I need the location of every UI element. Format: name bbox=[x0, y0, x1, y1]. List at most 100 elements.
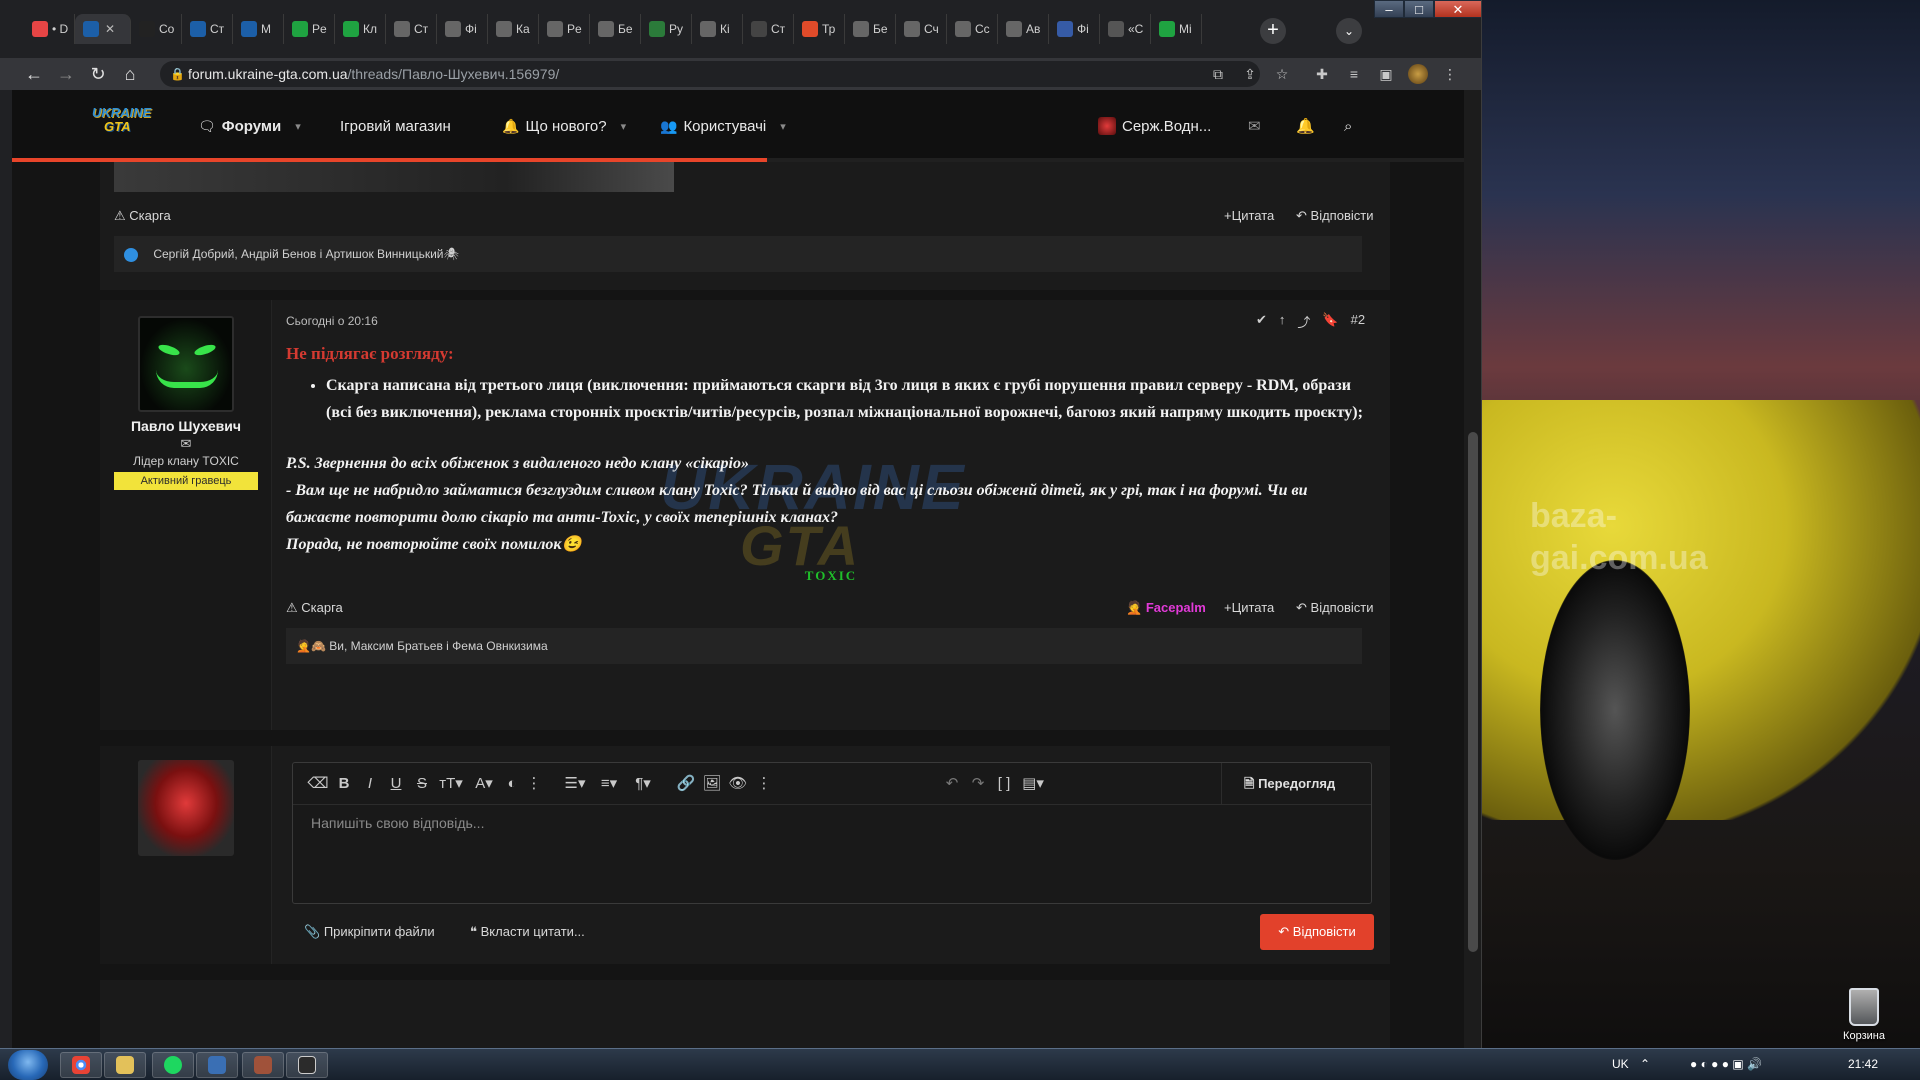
alerts-bell-icon[interactable]: 🔔 bbox=[1296, 114, 1315, 138]
eraser-icon[interactable]: ⌫ bbox=[307, 774, 329, 794]
site-logo[interactable]: UKRAINE GTA bbox=[92, 106, 156, 146]
close-tab-icon[interactable]: ✕ bbox=[105, 22, 115, 36]
nav-shop[interactable]: Ігровий магазин bbox=[340, 114, 451, 138]
bookmark-icon[interactable]: 🔖 bbox=[1322, 312, 1338, 331]
browser-tab[interactable]: Pe bbox=[284, 14, 335, 44]
browser-tab[interactable]: Фі bbox=[1049, 14, 1100, 44]
taskbar-app[interactable] bbox=[196, 1052, 238, 1078]
more-options-icon[interactable]: ⋮ bbox=[753, 774, 775, 794]
chevron-down-icon[interactable]: ▾ bbox=[780, 120, 786, 133]
submit-reply-button[interactable]: ↶ Відповісти bbox=[1260, 914, 1374, 950]
taskbar-explorer[interactable] bbox=[104, 1052, 146, 1078]
browser-tab[interactable]: Ру bbox=[641, 14, 692, 44]
font-size-icon[interactable]: тT▾ bbox=[437, 774, 465, 794]
attach-files-button[interactable]: 📎 Прикріпити файли bbox=[304, 924, 435, 940]
browser-tab[interactable]: Фі bbox=[437, 14, 488, 44]
share-icon[interactable]: ⤴ bbox=[1297, 312, 1310, 331]
post-timestamp[interactable]: Сьогодні о 20:16 bbox=[286, 314, 378, 328]
search-icon[interactable]: ⌕ bbox=[1344, 114, 1352, 138]
share-icon[interactable]: ⇪ bbox=[1240, 64, 1260, 84]
browser-tab[interactable]: M bbox=[233, 14, 284, 44]
browser-tab[interactable]: Ка bbox=[488, 14, 539, 44]
reload-icon[interactable]: ↻ bbox=[86, 62, 110, 86]
browser-tab[interactable]: Сч bbox=[896, 14, 947, 44]
clock[interactable]: 21:42 bbox=[1848, 1057, 1878, 1071]
browser-tab[interactable]: • D bbox=[24, 14, 75, 44]
spoiler-icon[interactable]: 👁 bbox=[727, 774, 749, 794]
drafts-icon[interactable]: ▤▾ bbox=[1019, 774, 1047, 794]
browser-tab[interactable]: Кл bbox=[335, 14, 386, 44]
recycle-bin[interactable]: Корзина bbox=[1834, 988, 1894, 1042]
envelope-icon[interactable]: ✉ bbox=[100, 436, 272, 452]
page-scrollbar[interactable] bbox=[1464, 90, 1481, 1048]
facepalm-reaction[interactable]: 🤦 Facepalm bbox=[1126, 600, 1206, 616]
minimize-button[interactable]: – bbox=[1374, 0, 1404, 18]
browser-tab[interactable]: Ав bbox=[998, 14, 1049, 44]
tray-chevron-icon[interactable]: ⌃ bbox=[1640, 1057, 1650, 1071]
list-icon[interactable]: ☰▾ bbox=[561, 774, 589, 794]
insert-quotes-button[interactable]: ❝ Вкласти цитати... bbox=[470, 924, 585, 940]
nav-whats-new[interactable]: 🔔 Що нового? ▾ bbox=[502, 114, 626, 138]
bold-icon[interactable]: B bbox=[333, 774, 355, 794]
taskbar-chrome[interactable] bbox=[60, 1052, 102, 1078]
side-panel-icon[interactable]: ▣ bbox=[1376, 64, 1396, 84]
font-color-icon[interactable]: A▾ bbox=[471, 774, 497, 794]
chrome-menu-icon[interactable]: ⋮ bbox=[1440, 64, 1460, 84]
quote-link[interactable]: +Цитата bbox=[1224, 208, 1274, 223]
verified-icon[interactable]: ✔ bbox=[1256, 312, 1267, 331]
browser-tab[interactable]: Сс bbox=[947, 14, 998, 44]
reply-link[interactable]: ↶ Відповісти bbox=[1296, 600, 1373, 616]
user-avatar[interactable] bbox=[138, 316, 234, 412]
bookmark-star-icon[interactable]: ☆ bbox=[1272, 64, 1292, 84]
nav-users[interactable]: 👥 Користувачі ▾ bbox=[660, 114, 786, 138]
home-icon[interactable]: ⌂ bbox=[118, 62, 142, 86]
browser-tab[interactable]: «С bbox=[1100, 14, 1151, 44]
arrow-up-icon[interactable]: ↑ bbox=[1279, 312, 1286, 331]
post-number[interactable]: #2 bbox=[1351, 312, 1365, 331]
start-button[interactable] bbox=[8, 1050, 48, 1080]
language-indicator[interactable]: UK bbox=[1612, 1057, 1629, 1071]
taskbar-spotify[interactable] bbox=[152, 1052, 194, 1078]
browser-tab[interactable]: Ст bbox=[743, 14, 794, 44]
align-icon[interactable]: ≡▾ bbox=[595, 774, 623, 794]
url-field[interactable]: 🔒 forum.ukraine-gta.com.ua/threads/Павло… bbox=[160, 61, 1260, 87]
maximize-button[interactable]: □ bbox=[1404, 0, 1434, 18]
profile-avatar[interactable] bbox=[1408, 64, 1428, 84]
report-link[interactable]: ⚠ Скарга bbox=[286, 600, 343, 616]
chevron-down-icon[interactable]: ▾ bbox=[295, 120, 301, 133]
nav-account[interactable]: Серж.Водн... bbox=[1098, 114, 1211, 138]
browser-tab[interactable]: Ст bbox=[182, 14, 233, 44]
new-tab-button[interactable]: + bbox=[1260, 18, 1286, 44]
underline-icon[interactable]: U bbox=[385, 774, 407, 794]
image-icon[interactable]: 🖼 bbox=[701, 774, 723, 794]
browser-tab[interactable]: Ст bbox=[386, 14, 437, 44]
extensions-icon[interactable]: ✚ bbox=[1312, 64, 1332, 84]
reply-link[interactable]: ↶ Відповісти bbox=[1296, 208, 1373, 224]
browser-tab[interactable]: Кі bbox=[692, 14, 743, 44]
forward-icon[interactable]: → bbox=[54, 62, 78, 86]
back-icon[interactable]: ← bbox=[22, 62, 46, 86]
taskbar-game[interactable] bbox=[242, 1052, 284, 1078]
chevron-down-icon[interactable]: ▾ bbox=[621, 120, 627, 133]
nav-forums[interactable]: 🗨 Форуми ▾ bbox=[198, 114, 301, 138]
bbcode-icon[interactable]: [ ] bbox=[993, 774, 1015, 794]
reply-textarea[interactable]: Напишіть свою відповідь... bbox=[311, 815, 484, 831]
browser-tab[interactable]: Тр bbox=[794, 14, 845, 44]
browser-tab[interactable]: Mi bbox=[1151, 14, 1202, 44]
translate-icon[interactable]: ⧉ bbox=[1208, 64, 1228, 84]
reactions-bar[interactable]: Сергій Добрий, Андрій Бенов і Артишок Ви… bbox=[114, 236, 1362, 272]
paragraph-icon[interactable]: ¶▾ bbox=[629, 774, 657, 794]
browser-tab[interactable]: ✕ bbox=[75, 14, 131, 44]
reading-list-icon[interactable]: ≡ bbox=[1344, 64, 1364, 84]
taskbar-epic[interactable] bbox=[286, 1052, 328, 1078]
reactions-bar[interactable]: 🤦🙈 Ви, Максим Братьев і Фема Овнкизима bbox=[286, 628, 1362, 664]
browser-tab[interactable]: Бе bbox=[590, 14, 641, 44]
more-options-icon[interactable]: ⋮ bbox=[523, 774, 545, 794]
tray-icons[interactable]: ● ◐ ● ● ▣ 🔊 bbox=[1690, 1057, 1762, 1071]
undo-icon[interactable]: ↶ bbox=[941, 774, 963, 794]
current-user-avatar[interactable] bbox=[138, 760, 234, 856]
tab-search-button[interactable]: ⌄ bbox=[1336, 18, 1362, 44]
close-window-button[interactable]: ✕ bbox=[1434, 0, 1481, 18]
link-icon[interactable]: 🔗 bbox=[675, 774, 697, 794]
preview-button[interactable]: 🗎 Передогляд bbox=[1221, 763, 1371, 805]
